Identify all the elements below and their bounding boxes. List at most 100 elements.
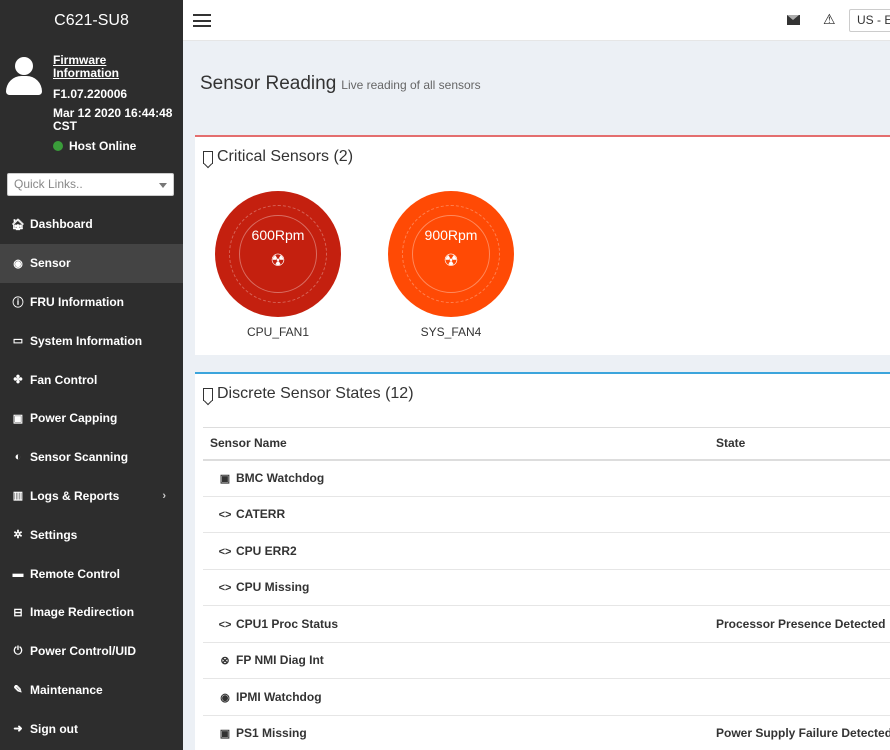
page-title: Sensor Reading Live reading of all sensor… bbox=[200, 73, 481, 95]
top-bar: ⚠ US - En bbox=[183, 0, 890, 41]
sidebar-item-settings[interactable]: ✲ Settings bbox=[0, 515, 183, 554]
sidebar-item-image-redirection[interactable]: ⊟ Image Redirection bbox=[0, 593, 183, 632]
sidebar-item-sign-out[interactable]: ➜ Sign out bbox=[0, 709, 183, 748]
discrete-sensors-panel: Discrete Sensor States (12) Sensor Name … bbox=[195, 372, 890, 750]
sign-out-icon: ➜ bbox=[13, 723, 23, 736]
table-row[interactable]: <> CPU ERR2 bbox=[203, 532, 890, 570]
column-header-state[interactable]: State bbox=[709, 427, 890, 461]
sidebar-item-label: Maintenance bbox=[30, 682, 103, 697]
eye-icon: ◉ bbox=[220, 691, 230, 704]
quick-links-select[interactable]: Quick Links.. bbox=[7, 173, 174, 196]
firmware-information-link[interactable]: Firmware Information bbox=[53, 54, 133, 80]
close-circle-icon: ⊗ bbox=[220, 655, 230, 668]
power-capping-icon: ▣ bbox=[12, 412, 24, 425]
user-panel: Firmware Information F1.07.220006 Mar 12… bbox=[0, 41, 183, 166]
table-row[interactable]: ▣ BMC Watchdog bbox=[203, 459, 890, 497]
discrete-sensors-title-text: Discrete Sensor States (12) bbox=[217, 385, 414, 402]
brand-title: C621-SU8 bbox=[0, 0, 183, 41]
user-avatar-icon bbox=[6, 57, 42, 97]
sidebar-item-fru-information[interactable]: ⓘ FRU Information bbox=[0, 283, 183, 322]
discrete-sensors-table: Sensor Name State ▣ BMC Watchdog <> CATERR… bbox=[203, 427, 890, 750]
chart-icon: ▥ bbox=[12, 490, 24, 503]
menu-toggle-icon[interactable] bbox=[193, 14, 211, 27]
sidebar-item-sensor[interactable]: ◉ Sensor bbox=[0, 243, 183, 283]
sidebar-item-label: Sensor Scanning bbox=[30, 450, 129, 465]
table-row[interactable]: ◉ IPMI Watchdog bbox=[203, 678, 890, 716]
sidebar-item-label: Sign out bbox=[30, 721, 78, 736]
sidebar-item-sensor-scanning[interactable]: ◐ Sensor Scanning bbox=[0, 438, 183, 477]
sidebar-item-remote-control[interactable]: ▬ Remote Control bbox=[0, 554, 183, 593]
sensor-icon: ◉ bbox=[13, 257, 23, 270]
table-row[interactable]: ▣ PS1 Missing Power Supply Failure Detect… bbox=[203, 715, 890, 750]
bookmark-icon bbox=[203, 150, 213, 164]
sensor-state bbox=[709, 459, 890, 497]
gauge-value: 600Rpm bbox=[251, 227, 305, 243]
table-row[interactable]: <> CPU1 Proc Status Processor Presence De… bbox=[203, 605, 890, 643]
critical-sensors-title: Critical Sensors (2) bbox=[203, 148, 353, 166]
sidebar-item-label: Power Capping bbox=[30, 411, 118, 426]
power-supply-icon: ▣ bbox=[219, 728, 231, 741]
sidebar-item-system-information[interactable]: ▭ System Information bbox=[0, 321, 183, 360]
page-subtitle: Live reading of all sensors bbox=[341, 78, 481, 92]
sidebar-item-fan-control[interactable]: ✤ Fan Control bbox=[0, 360, 183, 399]
column-header-sensor-name[interactable]: Sensor Name bbox=[203, 427, 709, 461]
sidebar-item-label: Sensor bbox=[30, 256, 71, 271]
sidebar-item-label: Settings bbox=[30, 527, 78, 542]
sidebar-item-label: Fan Control bbox=[30, 372, 98, 387]
code-icon: <> bbox=[218, 545, 232, 558]
sidebar-item-label: FRU Information bbox=[30, 294, 124, 309]
firmware-date: Mar 12 2020 16:44:48 CST bbox=[53, 106, 173, 133]
sensor-name: FP NMI Diag Int bbox=[236, 653, 324, 668]
gauge-label: SYS_FAN4 bbox=[420, 325, 482, 339]
table-row[interactable]: <> CATERR bbox=[203, 496, 890, 533]
chevron-right-icon: › bbox=[162, 489, 166, 502]
sidebar-item-label: Image Redirection bbox=[30, 605, 135, 620]
fan-icon: ☢ bbox=[443, 251, 459, 270]
table-row[interactable]: ⊗ FP NMI Diag Int bbox=[203, 642, 890, 679]
critical-sensors-title-text: Critical Sensors (2) bbox=[217, 148, 354, 165]
sensor-state: Processor Presence Detected bbox=[709, 605, 890, 643]
chevron-down-icon bbox=[159, 183, 167, 188]
code-icon: <> bbox=[218, 582, 232, 595]
sensor-state bbox=[709, 496, 890, 533]
main-content: Sensor Reading Live reading of all sensor… bbox=[183, 41, 890, 750]
gear-icon: ✲ bbox=[13, 529, 23, 542]
quick-links-placeholder: Quick Links.. bbox=[14, 177, 83, 191]
wrench-icon: ✎ bbox=[13, 684, 23, 697]
watchdog-icon: ▣ bbox=[219, 473, 231, 485]
sensor-name: CPU Missing bbox=[236, 580, 310, 595]
firmware-version: F1.07.220006 bbox=[53, 87, 128, 101]
discrete-sensors-title: Discrete Sensor States (12) bbox=[203, 385, 414, 403]
sensor-name: CPU1 Proc Status bbox=[236, 616, 339, 631]
sensor-name: BMC Watchdog bbox=[236, 471, 325, 485]
gauge-value: 900Rpm bbox=[424, 227, 478, 243]
gauge-label: CPU_FAN1 bbox=[246, 325, 310, 339]
sidebar-item-power-control[interactable]: ⏻ Power Control/UID bbox=[0, 632, 183, 671]
sensor-state: Power Supply Failure Detected bbox=[709, 715, 890, 750]
power-icon: ⏻ bbox=[13, 644, 23, 657]
monitor-icon: ▬ bbox=[12, 567, 24, 580]
sensor-state bbox=[709, 569, 890, 606]
sensor-gauge-sys-fan4[interactable]: 900Rpm ☢ SYS_FAN4 bbox=[388, 191, 514, 339]
sensor-state bbox=[709, 532, 890, 570]
host-status: Host Online bbox=[53, 139, 136, 153]
fan-icon: ✤ bbox=[13, 374, 23, 387]
dashboard-icon: 🏠︎ bbox=[11, 218, 25, 231]
sidebar-item-logs-reports[interactable]: ▥ Logs & Reports › bbox=[0, 477, 183, 516]
sensor-gauge-cpu-fan1[interactable]: 600Rpm ☢ CPU_FAN1 bbox=[215, 191, 341, 339]
language-select[interactable]: US - En bbox=[849, 9, 890, 32]
mail-icon[interactable] bbox=[787, 15, 800, 25]
sidebar-item-label: Dashboard bbox=[30, 217, 93, 232]
sidebar-item-dashboard[interactable]: 🏠︎ Dashboard bbox=[0, 205, 183, 244]
fan-icon: ☢ bbox=[270, 251, 286, 270]
sidebar-item-label: System Information bbox=[30, 333, 143, 348]
sidebar-item-maintenance[interactable]: ✎ Maintenance bbox=[0, 671, 183, 710]
critical-sensors-panel: Critical Sensors (2) 600Rpm ☢ CPU_FAN1 9… bbox=[195, 135, 890, 355]
code-icon: <> bbox=[218, 509, 232, 522]
sidebar-item-label: Power Control/UID bbox=[30, 644, 137, 659]
sidebar-item-power-capping[interactable]: ▣ Power Capping bbox=[0, 399, 183, 438]
sensor-name: CATERR bbox=[236, 507, 286, 522]
warning-icon[interactable]: ⚠ bbox=[823, 12, 837, 26]
sidebar-item-label: Logs & Reports bbox=[30, 488, 120, 503]
table-row[interactable]: <> CPU Missing bbox=[203, 569, 890, 606]
